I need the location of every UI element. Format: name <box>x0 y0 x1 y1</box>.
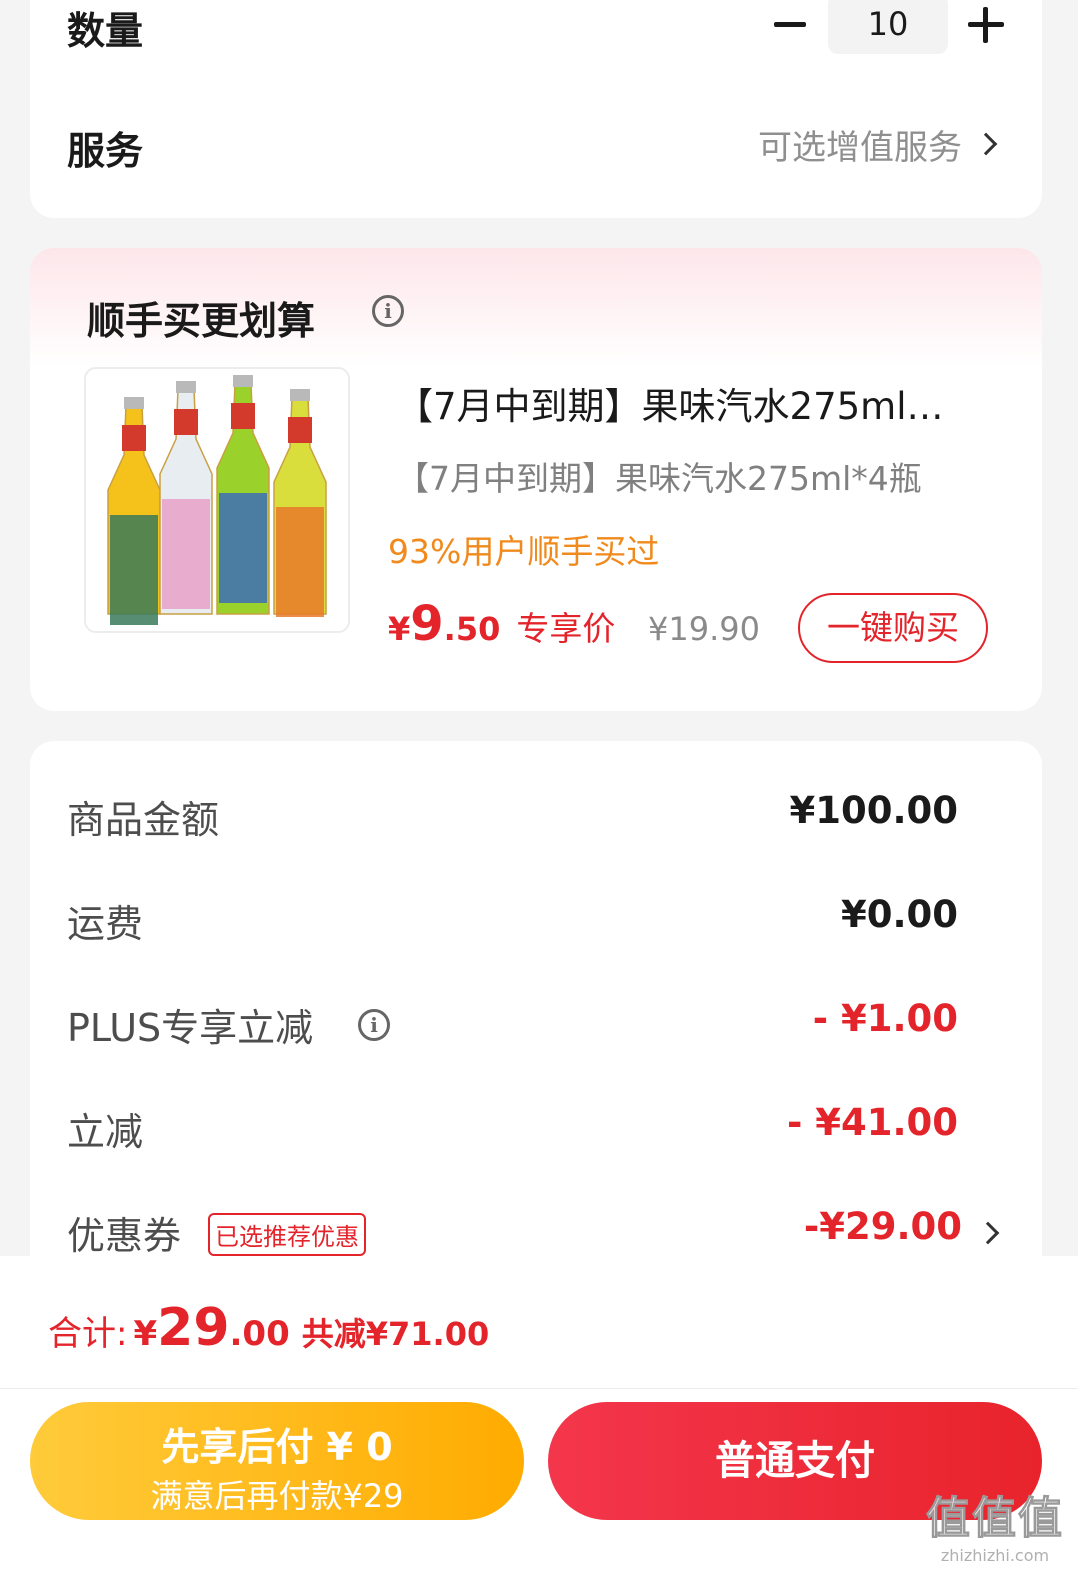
price-integer: 9 <box>410 596 444 652</box>
service-value: 可选增值服务 <box>758 128 962 168</box>
quantity-decrease-button[interactable] <box>770 5 810 45</box>
coupon-badge: 已选推荐优惠 <box>208 1213 366 1256</box>
summary-label: PLUS专享立减 <box>67 1006 314 1050</box>
summary-value: -¥29.00 <box>803 1205 962 1248</box>
checkout-bar: 合计: ¥29.00 共减¥71.00 先享后付 ¥ 0 满意后再付款¥29 普通支… <box>0 1256 1078 1579</box>
summary-row-instant-discount: 立减 - ¥41.00 <box>30 1101 1042 1161</box>
pay-later-subtitle: 满意后再付款¥29 <box>150 1477 404 1515</box>
total-savings: 共减¥71.00 <box>301 1315 490 1353</box>
chevron-right-icon <box>974 132 998 156</box>
summary-label: 商品金额 <box>67 798 220 842</box>
special-price: ¥9.50 专享价 <box>388 596 615 656</box>
price-decimal: .50 <box>443 610 501 648</box>
bundle-offer-card: 顺手买更划算 i 【7月中到期】果味汽水275ml… 【7月中到期】果味汽水27… <box>30 248 1042 711</box>
watermark-url: zhizhizhi.com <box>940 1546 1050 1565</box>
price-summary-card: 商品金额 ¥100.00 运费 ¥0.00 PLUS专享立减 i - ¥1.00… <box>30 741 1042 1341</box>
original-price: ¥19.90 <box>648 610 760 648</box>
info-icon[interactable]: i <box>372 295 404 327</box>
product-image[interactable] <box>84 367 350 633</box>
quantity-input[interactable]: 10 <box>828 0 948 54</box>
summary-label: 优惠券 <box>67 1214 182 1258</box>
pay-later-button[interactable]: 先享后付 ¥ 0 满意后再付款¥29 <box>30 1402 524 1520</box>
order-total: 合计: ¥29.00 共减¥71.00 <box>48 1298 489 1358</box>
quantity-increase-button[interactable] <box>966 5 1006 45</box>
summary-row-subtotal: 商品金额 ¥100.00 <box>30 789 1042 849</box>
soda-bottles-image <box>86 369 348 631</box>
summary-value: - ¥41.00 <box>786 1101 958 1144</box>
total-symbol: ¥ <box>133 1314 158 1354</box>
price-label: 专享价 <box>516 609 616 648</box>
total-decimal: .00 <box>229 1314 290 1354</box>
chevron-right-icon <box>976 1221 1000 1245</box>
summary-row-plus-discount: PLUS专享立减 i - ¥1.00 <box>30 997 1042 1057</box>
summary-row-shipping: 运费 ¥0.00 <box>30 893 1042 953</box>
quantity-label: 数量 <box>67 9 144 53</box>
divider <box>0 1388 1078 1389</box>
bundle-title: 顺手买更划算 <box>87 299 316 343</box>
watermark: 值值值 zhizhizhi.com <box>926 1482 1064 1566</box>
summary-label: 立减 <box>67 1110 144 1154</box>
summary-value: ¥100.00 <box>789 789 958 832</box>
one-click-buy-button[interactable]: 一键购买 <box>798 593 988 663</box>
total-integer: 29 <box>157 1298 230 1358</box>
watermark-logo: 值值值 <box>926 1493 1064 1545</box>
pay-later-title: 先享后付 ¥ 0 <box>161 1425 393 1469</box>
product-subtitle: 【7月中到期】果味汽水275ml*4瓶 <box>396 459 922 498</box>
summary-value: ¥0.00 <box>840 893 958 936</box>
summary-value: - ¥1.00 <box>812 997 958 1040</box>
service-label: 服务 <box>67 129 144 173</box>
total-label: 合计: <box>48 1314 128 1354</box>
price-symbol: ¥ <box>388 610 411 648</box>
product-title[interactable]: 【7月中到期】果味汽水275ml… <box>396 376 943 430</box>
summary-label: 运费 <box>67 902 144 946</box>
order-options-card: 数量 10 服务 可选增值服务 <box>30 0 1042 218</box>
info-icon[interactable]: i <box>358 1009 390 1041</box>
social-proof-text: 93%用户顺手买过 <box>388 532 660 571</box>
